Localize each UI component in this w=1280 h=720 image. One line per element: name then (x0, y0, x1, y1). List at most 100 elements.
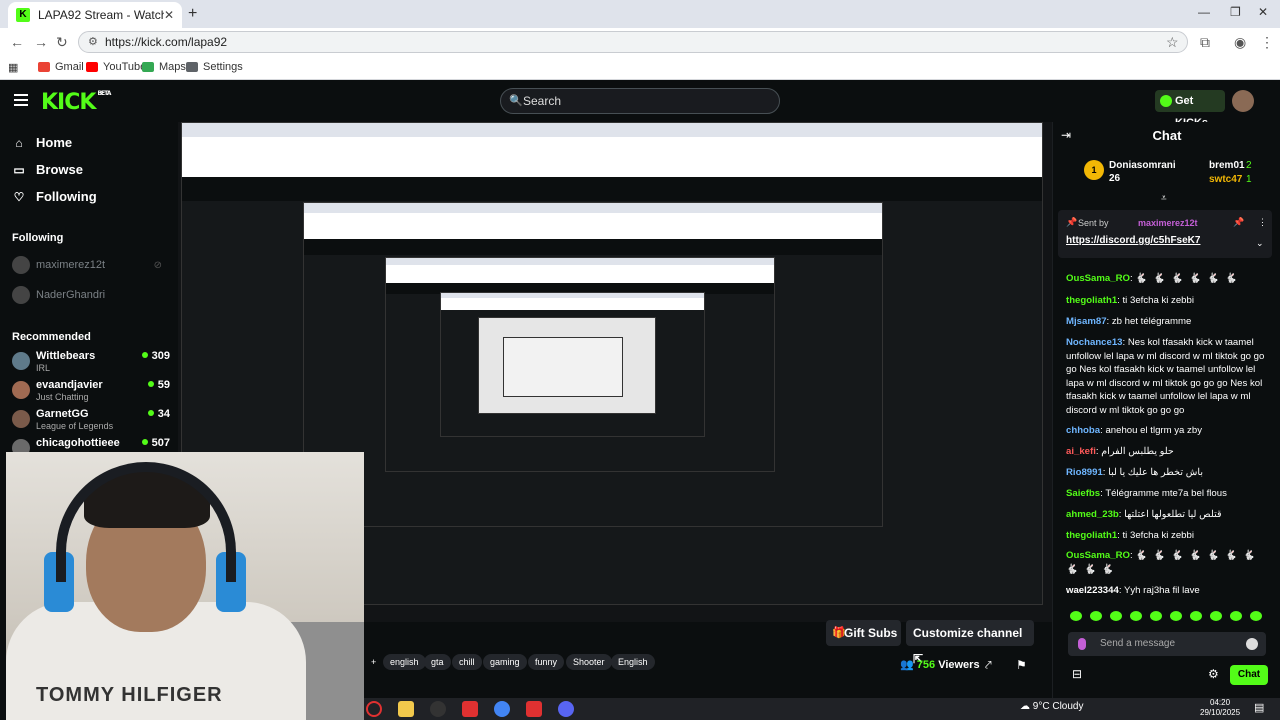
gmail-icon (38, 62, 50, 72)
browser-tab[interactable]: K LAPA92 Stream - Watch Live o ✕ (8, 2, 182, 28)
chat-message: thegoliath1: ti 3efcha ki zebbi (1066, 295, 1194, 306)
emote-icon[interactable] (1190, 611, 1202, 621)
tag-chip[interactable]: funny (528, 654, 565, 670)
share-icon[interactable]: ⤤ (985, 658, 992, 673)
tag-chip[interactable]: English (611, 654, 655, 670)
recommended-channel[interactable]: GarnetGG League of Legends 34 (12, 408, 170, 432)
emote-icon[interactable] (1210, 611, 1222, 621)
pinned-message[interactable]: 📌 Sent by maximerez12t https://discord.g… (1058, 210, 1272, 258)
avatar (12, 286, 30, 304)
tag-chip[interactable]: Shooter (566, 654, 612, 670)
search-icon: 🔍 (509, 95, 523, 107)
avatar (12, 410, 30, 428)
sidebar-item-following[interactable]: ♡ Following (12, 189, 97, 204)
following-heading: Following (12, 232, 64, 244)
recording-app-icon[interactable] (526, 701, 542, 717)
forward-icon[interactable]: → (34, 34, 48, 50)
gift-icon: 🎁 (832, 627, 846, 639)
recommended-channel[interactable]: evaandjavier Just Chatting 59 (12, 379, 170, 403)
emote-icon[interactable] (1090, 611, 1102, 621)
browse-icon: ▭ (13, 162, 25, 177)
microphone-icon[interactable] (1078, 638, 1086, 650)
sidebar-item-browse[interactable]: ▭ Browse (12, 162, 83, 177)
pinned-link[interactable]: https://discord.gg/c5hFseK7 (1066, 235, 1200, 246)
emote-row: 🐇🐇🐇🐇🐇🐇 (1135, 273, 1244, 284)
system-clock[interactable]: 04:20 29/10/2025 (1200, 698, 1240, 718)
bookmark-star-icon[interactable]: ☆ (1166, 34, 1179, 51)
sidebar-item-home[interactable]: ⌂ Home (12, 135, 72, 150)
emote-icon[interactable] (1250, 611, 1262, 621)
following-item[interactable]: maximerez12t ⊘ (12, 256, 162, 274)
chrome-icon[interactable] (494, 701, 510, 717)
tag-chip[interactable]: chill (452, 654, 482, 670)
hoodie-brand-text: TOMMY HILFIGER (36, 684, 223, 706)
site-info-icon[interactable]: ⚙ (88, 32, 98, 52)
emote-icon[interactable] (1070, 611, 1082, 621)
apps-icon[interactable]: ▦ (8, 61, 18, 74)
unpin-icon[interactable]: 📌 (1233, 217, 1244, 228)
chat-message: chhoba: anehou el tlgrm ya zby (1066, 425, 1202, 436)
settings-gear-icon[interactable]: ⚙ (1208, 667, 1219, 681)
bookmark-youtube[interactable]: YouTube (86, 61, 146, 73)
webcam-overlay: TOMMY HILFIGER (6, 452, 364, 720)
back-icon[interactable]: ← (10, 34, 24, 50)
tags-prev-icon[interactable]: + (364, 654, 383, 670)
weather-widget[interactable]: ☁ 9°C Cloudy (1020, 701, 1083, 712)
more-options-icon[interactable]: ⋮ (1258, 217, 1267, 228)
following-item[interactable]: NaderGhandri (12, 286, 162, 304)
chat-message: ai_kefi: حلو يطلبس الفرام (1066, 446, 1174, 457)
chat-message: OusSama_RO: 🐇🐇🐇🐇🐇🐇 (1066, 273, 1244, 284)
bookmark-settings[interactable]: Settings (186, 61, 243, 73)
emote-icon[interactable] (1230, 611, 1242, 621)
address-bar[interactable]: ⚙ https://kick.com/lapa92 (78, 31, 1188, 53)
cloud-icon: ☁ (1020, 701, 1030, 712)
recommended-channel[interactable]: Wittlebears IRL 309 (12, 350, 170, 374)
opera-icon[interactable] (366, 701, 382, 717)
emote-icon[interactable] (1130, 611, 1142, 621)
menu-icon[interactable]: ⋮ (1260, 34, 1274, 51)
gift-subs-button[interactable]: 🎁 Gift Subs (826, 620, 901, 646)
close-window-icon[interactable]: ✕ (1258, 5, 1268, 19)
home-icon: ⌂ (15, 135, 23, 150)
tab-title: LAPA92 Stream - Watch Live o (38, 8, 164, 22)
get-kicks-button[interactable]: Get KICKs (1155, 90, 1225, 129)
tag-chip[interactable]: english (383, 654, 426, 670)
extensions-icon[interactable]: ⧉ (1200, 34, 1210, 51)
search-input[interactable]: 🔍 Search (500, 88, 780, 114)
profile-icon[interactable]: ◉ (1234, 34, 1246, 51)
new-tab-icon[interactable]: + (188, 5, 197, 23)
discord-icon[interactable] (558, 701, 574, 717)
chevron-down-icon[interactable]: ⌄ (1256, 238, 1264, 249)
kick-logo[interactable]: KICK BETA (41, 90, 111, 115)
close-tab-icon[interactable]: ✕ (164, 8, 174, 22)
chat-message: Mjsam87: zb het télégramme (1066, 316, 1192, 327)
bookmark-maps[interactable]: Maps (142, 61, 186, 73)
menu-hamburger-icon[interactable] (14, 94, 28, 106)
customize-channel-button[interactable]: Customize channel ⇱ (906, 620, 1034, 666)
file-explorer-icon[interactable] (398, 701, 414, 717)
report-icon[interactable]: ⚑ (1016, 658, 1027, 672)
emote-icon[interactable] (1110, 611, 1122, 621)
emote-icon[interactable] (1150, 611, 1162, 621)
gifter-rank-icon: 1 (1084, 160, 1104, 180)
gift-icon[interactable]: ⊟ (1072, 667, 1082, 681)
notifications-icon[interactable]: ▤ (1254, 701, 1264, 714)
maximize-icon[interactable]: ❐ (1230, 5, 1241, 19)
bookmark-gmail[interactable]: Gmail (38, 61, 84, 73)
recording-app-icon[interactable] (462, 701, 478, 717)
youtube-icon (86, 62, 98, 72)
tag-chip[interactable]: gta (424, 654, 451, 670)
reload-icon[interactable]: ↻ (56, 34, 68, 51)
site-header: KICKBETA 🔍 Search Get KICKs (0, 80, 1280, 129)
emoji-picker-icon[interactable] (1246, 638, 1258, 650)
minimize-icon[interactable]: — (1198, 5, 1210, 19)
chat-message-input[interactable]: Send a message (1068, 632, 1266, 656)
tag-chip[interactable]: gaming (483, 654, 527, 670)
app-icon[interactable] (430, 701, 446, 717)
expand-gifters-icon[interactable]: ⩡ (1161, 193, 1167, 204)
user-avatar[interactable] (1232, 90, 1254, 112)
send-chat-button[interactable]: Chat (1230, 665, 1268, 685)
bookmarks-bar: ▦ Gmail YouTube Maps Settings (0, 56, 1280, 80)
offline-icon: ⊘ (153, 259, 162, 271)
emote-icon[interactable] (1170, 611, 1182, 621)
